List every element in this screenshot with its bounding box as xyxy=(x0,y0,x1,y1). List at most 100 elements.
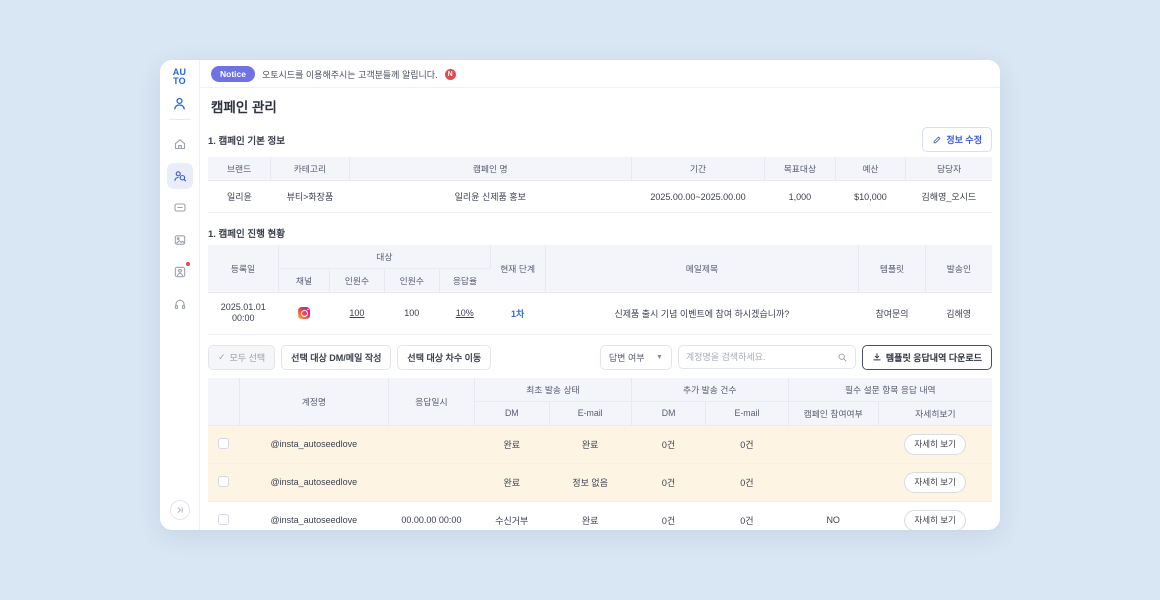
cell-response-rate-link[interactable]: 10% xyxy=(439,293,490,335)
col-sender: 발송인 xyxy=(925,245,992,293)
table-row: @insta_autoseedlove 00.00.00 00:00 수신거부 … xyxy=(208,501,992,530)
notice-text: 오토시드를 이용해주시는 고객분들께 알립니다. xyxy=(262,68,438,81)
cell-reg-date: 2025.01.01 00:00 xyxy=(208,293,279,335)
cell-template: 참여문의 xyxy=(859,293,926,335)
cell-first-email: 완료 xyxy=(549,501,631,530)
sidebar-item-accounts[interactable] xyxy=(167,259,193,285)
col-detail: 자세히보기 xyxy=(878,401,992,425)
col-brand: 브랜드 xyxy=(208,157,271,181)
table-row: 2025.01.01 00:00 100 100 10% 1차 신제품 출시 기… xyxy=(208,293,992,335)
app-window: AU TO xyxy=(160,60,1000,530)
col-manager: 담당자 xyxy=(906,157,992,181)
col-first-send-status: 최초 발송 상태 xyxy=(475,378,632,402)
detail-view-button[interactable]: 자세히 보기 xyxy=(904,510,965,531)
download-responses-button[interactable]: 템플릿 응답내역 다운로드 xyxy=(862,345,992,370)
accounts-table: 계정명 응답일시 최초 발송 상태 추가 발송 건수 필수 설문 항목 응답 내… xyxy=(208,378,992,531)
cell-sender: 김해영 xyxy=(925,293,992,335)
profile-icon[interactable] xyxy=(172,96,187,111)
download-icon xyxy=(872,352,882,362)
page-title: 캠페인 관리 xyxy=(200,88,1000,121)
col-category: 카테고리 xyxy=(271,157,349,181)
detail-view-button[interactable]: 자세히 보기 xyxy=(904,472,965,493)
cell-response-time xyxy=(388,463,474,501)
auto-logo: AU TO xyxy=(173,68,186,87)
col-reg-date: 등록일 xyxy=(208,245,279,293)
cell-brand: 일리윤 xyxy=(208,181,271,213)
cell-extra-dm: 0건 xyxy=(631,425,705,463)
cell-participation: NO xyxy=(788,501,878,530)
cell-extra-email: 0건 xyxy=(706,501,788,530)
cell-extra-email: 0건 xyxy=(706,463,788,501)
cell-target: 1,000 xyxy=(765,181,836,213)
cell-detail: 자세히 보기 xyxy=(878,425,992,463)
basic-info-section-title: 1. 캠페인 기본 정보 xyxy=(208,133,285,147)
col-period: 기간 xyxy=(631,157,764,181)
basic-info-table: 브랜드 카테고리 캠페인 명 기간 목표대상 예산 담당자 일리윤 뷰티>화장품… xyxy=(208,157,992,213)
row-checkbox[interactable] xyxy=(218,476,229,487)
sidebar-item-media[interactable] xyxy=(167,227,193,253)
cell-select xyxy=(208,425,239,463)
col-survey-responses: 필수 설문 항목 응답 내역 xyxy=(788,378,992,402)
move-stage-button[interactable]: 선택 대상 차수 이동 xyxy=(397,345,491,370)
col-target-group: 대상 xyxy=(279,245,491,269)
col-response-time: 응답일시 xyxy=(388,378,474,426)
cell-stage: 1차 xyxy=(490,293,545,335)
cell-people-1-link[interactable]: 100 xyxy=(330,293,385,335)
col-channel: 채널 xyxy=(279,269,330,293)
sidebar: AU TO xyxy=(160,60,200,530)
reg-date-time: 00:00 xyxy=(211,313,276,324)
sidebar-collapse-button[interactable] xyxy=(170,500,190,520)
col-first-email: E-mail xyxy=(549,401,631,425)
main-area: Notice 오토시드를 이용해주시는 고객분들께 알립니다. N 캠페인 관리… xyxy=(200,60,1000,530)
cell-account: @insta_autoseedlove xyxy=(239,463,388,501)
answer-filter-value: 답변 여부 xyxy=(609,351,645,364)
search-icon[interactable] xyxy=(837,352,848,363)
download-responses-label: 템플릿 응답내역 다운로드 xyxy=(886,351,982,364)
col-extra-email: E-mail xyxy=(706,401,788,425)
check-icon: ✓ xyxy=(218,352,226,363)
account-search-box xyxy=(678,345,856,369)
logo-line-2: TO xyxy=(173,77,186,86)
write-dm-mail-button[interactable]: 선택 대상 DM/메일 작성 xyxy=(281,345,391,370)
sidebar-divider xyxy=(169,119,191,120)
col-response-rate: 응답율 xyxy=(439,269,490,293)
cell-channel xyxy=(279,293,330,335)
select-all-label: 모두 선택 xyxy=(230,351,266,364)
table-row: 일리윤 뷰티>화장품 일리윤 신제품 홍보 2025.00.00~2025.00… xyxy=(208,181,992,213)
sidebar-item-campaigns[interactable] xyxy=(167,163,193,189)
cell-first-dm: 완료 xyxy=(475,463,549,501)
select-all-button[interactable]: ✓ 모두 선택 xyxy=(208,345,275,370)
content: 1. 캠페인 기본 정보 정보 수정 브랜드 카테고리 캠페인 명 기간 xyxy=(200,121,1000,530)
cell-select xyxy=(208,501,239,530)
col-stage: 현재 단계 xyxy=(490,245,545,293)
sidebar-item-support[interactable] xyxy=(167,291,193,317)
write-dm-mail-label: 선택 대상 DM/메일 작성 xyxy=(291,351,381,364)
col-extra-send-count: 추가 발송 건수 xyxy=(631,378,788,402)
reg-date-date: 2025.01.01 xyxy=(211,302,276,313)
sidebar-item-home[interactable] xyxy=(167,131,193,157)
cell-budget: $10,000 xyxy=(835,181,906,213)
cell-participation xyxy=(788,463,878,501)
cell-manager: 김해영_오시드 xyxy=(906,181,992,213)
col-template: 템플릿 xyxy=(859,245,926,293)
cell-first-dm: 완료 xyxy=(475,425,549,463)
edit-info-button[interactable]: 정보 수정 xyxy=(922,127,992,152)
cell-people-2: 100 xyxy=(384,293,439,335)
account-search-input[interactable] xyxy=(686,352,837,362)
col-budget: 예산 xyxy=(835,157,906,181)
cell-account: @insta_autoseedlove xyxy=(239,425,388,463)
accounts-toolbar: ✓ 모두 선택 선택 대상 DM/메일 작성 선택 대상 차수 이동 답변 여부… xyxy=(208,345,992,370)
col-target: 목표대상 xyxy=(765,157,836,181)
sidebar-item-messages[interactable] xyxy=(167,195,193,221)
notice-bar: Notice 오토시드를 이용해주시는 고객분들께 알립니다. N xyxy=(200,60,1000,88)
progress-section-title: 1. 캠페인 진행 현황 xyxy=(208,226,285,240)
detail-view-button[interactable]: 자세히 보기 xyxy=(904,434,965,455)
select-column-header xyxy=(208,378,239,426)
col-participation: 캠페인 참여여부 xyxy=(788,401,878,425)
move-stage-label: 선택 대상 차수 이동 xyxy=(407,351,481,364)
answer-filter-select[interactable]: 답변 여부 ▼ xyxy=(600,345,672,370)
cell-first-email: 정보 없음 xyxy=(549,463,631,501)
row-checkbox[interactable] xyxy=(218,514,229,525)
row-checkbox[interactable] xyxy=(218,438,229,449)
new-icon: N xyxy=(445,69,456,80)
